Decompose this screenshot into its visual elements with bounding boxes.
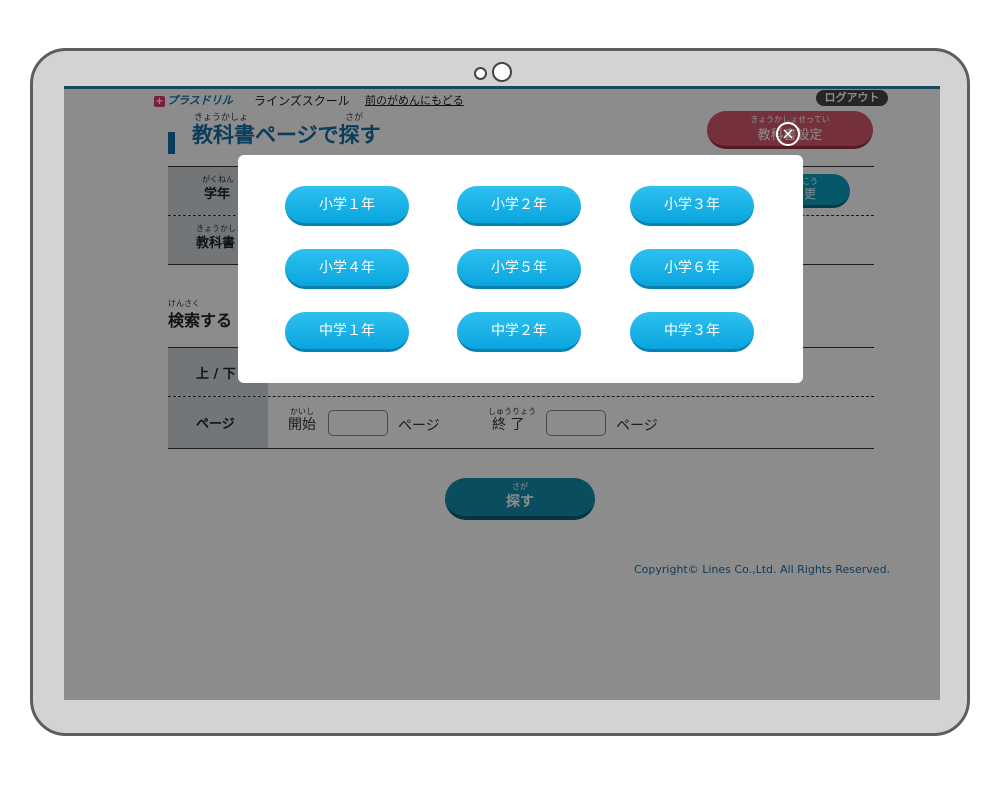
grade-button-elem5[interactable]: 小学５年 — [457, 249, 581, 289]
grade-button-elem6[interactable]: 小学６年 — [630, 249, 754, 289]
grade-button-elem2[interactable]: 小学２年 — [457, 186, 581, 226]
grade-button-jhs2[interactable]: 中学２年 — [457, 312, 581, 352]
camera-lens-icon — [492, 62, 512, 82]
grade-button-elem1[interactable]: 小学１年 — [285, 186, 409, 226]
grade-button-jhs1[interactable]: 中学１年 — [285, 312, 409, 352]
grade-button-jhs3[interactable]: 中学３年 — [630, 312, 754, 352]
grade-button-elem3[interactable]: 小学３年 — [630, 186, 754, 226]
grade-button-elem4[interactable]: 小学４年 — [285, 249, 409, 289]
tablet-screen: + プラスドリル ラインズスクール 前のがめんにもどる ログアウト きょうかしょ … — [64, 86, 940, 700]
camera-small-icon — [474, 67, 487, 80]
grade-select-modal: 小学１年 小学２年 小学３年 小学４年 小学５年 小学６年 中学１年 中学２年 … — [238, 155, 803, 383]
close-icon[interactable]: × — [776, 122, 800, 146]
